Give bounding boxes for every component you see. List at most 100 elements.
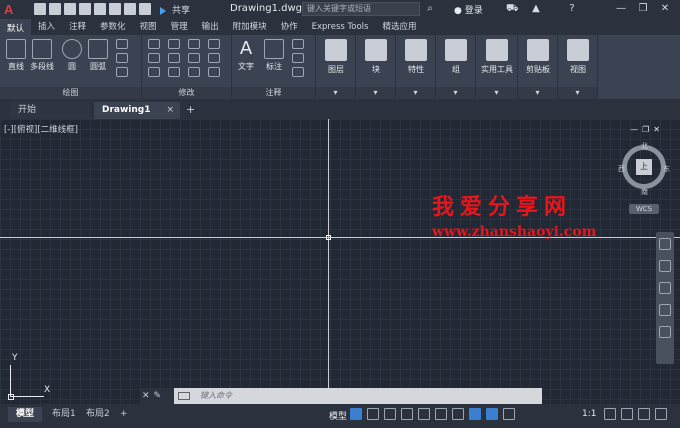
tab-featured-apps[interactable]: 精选应用 — [375, 19, 423, 35]
close-tab-icon[interactable]: × — [166, 102, 174, 119]
add-layout-button[interactable]: + — [112, 407, 136, 422]
selection-cycling-icon[interactable] — [469, 408, 481, 420]
tab-output[interactable]: 输出 — [195, 19, 226, 35]
showmotion-icon[interactable] — [659, 326, 671, 338]
tab-collaborate[interactable]: 协作 — [274, 19, 305, 35]
circle-tool[interactable]: 圆 — [62, 39, 82, 72]
trim-icon[interactable] — [188, 39, 200, 49]
modify-panel-label[interactable]: 修改 — [142, 87, 231, 99]
restore-button[interactable]: ❐ — [636, 2, 650, 16]
minimize-button[interactable]: — — [614, 2, 628, 16]
tab-start[interactable]: 开始 — [10, 102, 90, 119]
wcs-menu[interactable]: WCS — [629, 204, 659, 214]
ellipse-icon[interactable] — [116, 67, 128, 77]
compass-south[interactable]: 南 — [641, 187, 648, 197]
array-icon[interactable] — [188, 67, 200, 77]
login-button[interactable]: ● 登录 — [454, 3, 483, 16]
properties-panel-caret[interactable]: ▾ — [396, 87, 435, 99]
tab-manage[interactable]: 管理 — [164, 19, 195, 35]
view-panel-caret[interactable]: ▾ — [558, 87, 597, 99]
keyboard-icon[interactable] — [178, 392, 190, 400]
help-icon[interactable]: ? — [566, 3, 578, 15]
scale-icon[interactable] — [168, 67, 180, 77]
mirror-icon[interactable] — [168, 53, 180, 63]
markup-icon[interactable] — [292, 67, 304, 77]
annotation-monitor-icon[interactable] — [621, 408, 633, 420]
isodraft-icon[interactable] — [418, 408, 430, 420]
viewcube[interactable]: 上 — [622, 145, 666, 189]
polar-icon[interactable] — [401, 408, 413, 420]
block-panel-caret[interactable]: ▾ — [356, 87, 395, 99]
viewport-close-icon[interactable]: ✕ — [653, 125, 660, 134]
tab-default[interactable]: 默认 — [0, 19, 32, 35]
annotation-visibility-icon[interactable] — [486, 408, 498, 420]
rotate-icon[interactable] — [168, 39, 180, 49]
command-input[interactable]: 键入命令 — [174, 388, 542, 404]
orbit-icon[interactable] — [659, 304, 671, 316]
tab-insert[interactable]: 插入 — [31, 19, 62, 35]
grid-icon[interactable] — [350, 408, 362, 420]
customization-icon[interactable] — [655, 408, 667, 420]
view-button[interactable]: 视图 — [558, 37, 598, 75]
viewport-minimize-icon[interactable]: — — [630, 125, 638, 134]
autodesk-app-icon[interactable]: ▲ — [530, 3, 542, 15]
pan-icon[interactable] — [659, 260, 671, 272]
clipboard-panel-caret[interactable]: ▾ — [518, 87, 557, 99]
save-as-icon[interactable] — [79, 3, 91, 15]
tab-model[interactable]: 模型 — [8, 407, 43, 422]
tab-parametric[interactable]: 参数化 — [93, 19, 133, 35]
move-icon[interactable] — [148, 39, 160, 49]
copy-icon[interactable] — [148, 53, 160, 63]
compass-north[interactable]: 北 — [641, 141, 648, 151]
web-mobile-icon[interactable] — [94, 3, 106, 15]
dimension-tool[interactable]: 标注 — [264, 39, 284, 72]
utilities-panel-caret[interactable]: ▾ — [476, 87, 517, 99]
object-snap-icon[interactable] — [452, 408, 464, 420]
properties-button[interactable]: 特性 — [396, 37, 436, 75]
undo-icon[interactable] — [124, 3, 136, 15]
tab-drawing1[interactable]: Drawing1 × — [94, 102, 180, 119]
new-tab-button[interactable]: + — [186, 103, 195, 116]
hatch-icon[interactable] — [116, 53, 128, 63]
line-tool[interactable]: 直线 — [6, 39, 26, 72]
viewcube-top-face[interactable]: 上 — [636, 159, 652, 175]
groups-panel-caret[interactable]: ▾ — [436, 87, 475, 99]
tab-annotate[interactable]: 注释 — [62, 19, 93, 35]
utilities-button[interactable]: 实用工具 — [476, 37, 518, 75]
zoom-icon[interactable] — [659, 282, 671, 294]
open-file-icon[interactable] — [49, 3, 61, 15]
save-icon[interactable] — [64, 3, 76, 15]
snap-icon[interactable] — [367, 408, 379, 420]
leader-icon[interactable] — [292, 39, 304, 49]
close-command-icon[interactable]: ✕ — [142, 388, 150, 404]
viewport-controls[interactable]: [-][俯视][二维线框] — [4, 123, 78, 135]
annotation-panel-label[interactable]: 注释 — [232, 87, 315, 99]
text-tool[interactable]: A 文字 — [236, 39, 256, 72]
layers-panel-caret[interactable]: ▾ — [316, 87, 355, 99]
rectangle-icon[interactable] — [116, 39, 128, 49]
new-file-icon[interactable] — [34, 3, 46, 15]
tab-view[interactable]: 视图 — [133, 19, 164, 35]
workspace-gear-icon[interactable] — [604, 408, 616, 420]
autoscale-icon[interactable] — [503, 408, 515, 420]
redo-icon[interactable] — [139, 3, 151, 15]
compass-west[interactable]: 西 — [618, 164, 625, 174]
model-space-button[interactable]: 模型 — [329, 409, 347, 422]
close-button[interactable]: ✕ — [658, 2, 672, 16]
explode-icon[interactable] — [208, 53, 220, 63]
search-icon[interactable]: ⌕ — [424, 3, 436, 15]
annotation-scale[interactable]: 1:1 — [582, 409, 596, 419]
clean-screen-icon[interactable] — [638, 408, 650, 420]
plot-icon[interactable] — [109, 3, 121, 15]
customize-command-icon[interactable]: ✎ — [154, 388, 162, 404]
group-button[interactable]: 组 — [436, 37, 476, 75]
steering-wheel-icon[interactable] — [659, 238, 671, 250]
stretch-icon[interactable] — [148, 67, 160, 77]
offset-icon[interactable] — [208, 67, 220, 77]
cart-icon[interactable]: ⛟ — [506, 3, 519, 15]
erase-icon[interactable] — [208, 39, 220, 49]
clipboard-button[interactable]: 剪贴板 — [518, 37, 558, 75]
block-button[interactable]: 块 — [356, 37, 396, 75]
arc-tool[interactable]: 圆弧 — [88, 39, 108, 72]
drawing-canvas[interactable]: [-][俯视][二维线框] — ❐ ✕ 上 北 南 东 西 WCS 我爱分享网 … — [0, 119, 680, 404]
